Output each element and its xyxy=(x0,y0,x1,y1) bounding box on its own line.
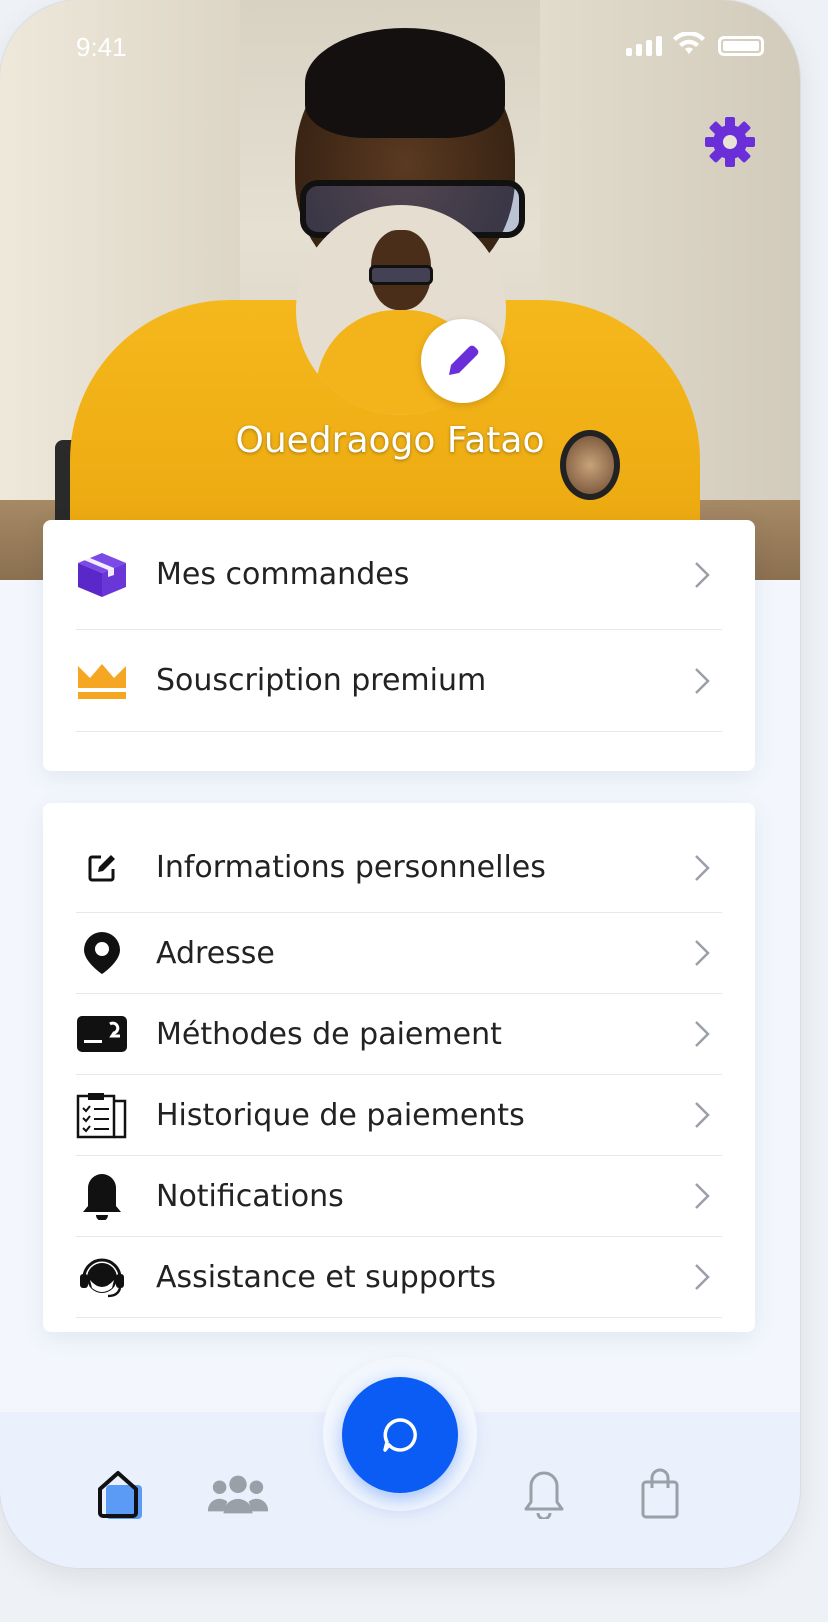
signal-icon xyxy=(626,36,662,56)
chat-icon xyxy=(383,1418,417,1452)
clipboard-list-icon xyxy=(76,1089,128,1141)
edit-square-icon xyxy=(76,842,128,894)
menu-item-label: Souscription premium xyxy=(156,663,487,698)
menu-item-label: Adresse xyxy=(156,935,275,971)
menu-item-payment-history[interactable]: Historique de paiements xyxy=(76,1075,722,1156)
primary-menu-card: Mes commandes Souscription premium xyxy=(43,520,755,771)
chevron-right-icon xyxy=(692,559,712,591)
menu-item-label: Assistance et supports xyxy=(156,1259,496,1295)
chevron-right-icon xyxy=(692,665,712,697)
menu-item-label: Notifications xyxy=(156,1178,344,1214)
menu-item-label: Méthodes de paiement xyxy=(156,1016,502,1052)
menu-item-orders[interactable]: Mes commandes xyxy=(76,520,722,630)
menu-item-label: Informations personnelles xyxy=(156,850,546,885)
home-icon xyxy=(98,1471,142,1519)
menu-item-support[interactable]: Assistance et supports xyxy=(76,1237,722,1318)
menu-item-address[interactable]: Adresse xyxy=(76,913,722,994)
gear-icon xyxy=(705,117,755,167)
nav-community[interactable] xyxy=(208,1466,268,1522)
nav-cart[interactable] xyxy=(630,1466,690,1522)
chevron-right-icon xyxy=(692,1018,712,1050)
status-time: 9:41 xyxy=(76,32,127,62)
chevron-right-icon xyxy=(692,1180,712,1212)
pencil-icon xyxy=(449,345,479,375)
menu-item-personal-info[interactable]: Informations personnelles xyxy=(76,803,722,913)
chevron-right-icon xyxy=(692,852,712,884)
edit-avatar-button[interactable] xyxy=(421,319,505,403)
phone-frame: 9:41 Ouedraogo Fatao Mes commandes Sousc… xyxy=(0,0,800,1568)
bell-icon xyxy=(76,1170,128,1222)
menu-item-label: Historique de paiements xyxy=(156,1097,525,1133)
menu-item-label: Mes commandes xyxy=(156,557,410,592)
status-bar: 9:41 xyxy=(0,0,800,90)
settings-button[interactable] xyxy=(700,112,760,172)
menu-item-payment-methods[interactable]: Méthodes de paiement xyxy=(76,994,722,1075)
package-icon xyxy=(76,549,128,601)
nav-notifications[interactable] xyxy=(514,1466,574,1522)
location-pin-icon xyxy=(76,927,128,979)
headset-icon xyxy=(76,1251,128,1303)
chat-button[interactable] xyxy=(342,1377,458,1493)
shopping-bag-icon xyxy=(641,1468,679,1519)
crown-icon xyxy=(76,655,128,707)
chevron-right-icon xyxy=(692,1261,712,1293)
chevron-right-icon xyxy=(692,937,712,969)
battery-icon xyxy=(718,36,764,56)
profile-name: Ouedraogo Fatao xyxy=(235,420,545,461)
menu-item-notifications[interactable]: Notifications xyxy=(76,1156,722,1237)
nav-home[interactable] xyxy=(90,1466,150,1522)
secondary-menu-card: Informations personnelles Adresse Méthod… xyxy=(43,803,755,1332)
payment-card-icon xyxy=(76,1008,128,1060)
menu-item-premium[interactable]: Souscription premium xyxy=(76,630,722,732)
wifi-icon xyxy=(673,32,705,54)
bell-icon xyxy=(524,1471,564,1519)
users-icon xyxy=(208,1475,268,1514)
chevron-right-icon xyxy=(692,1099,712,1131)
